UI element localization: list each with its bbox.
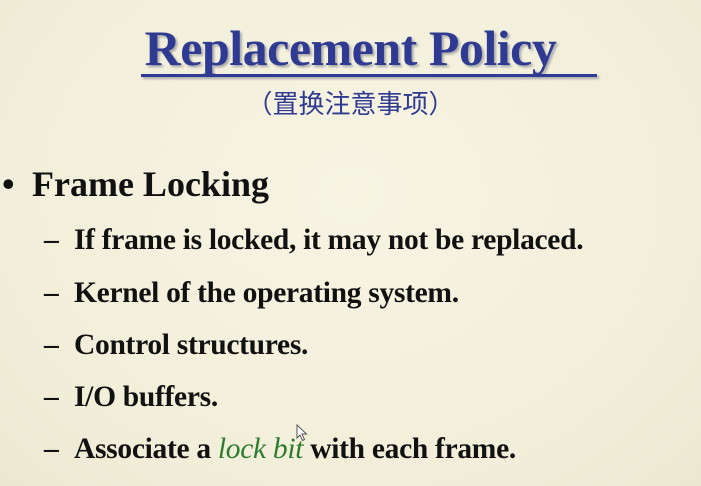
bullet-frame-locking: • Frame Locking: [2, 162, 269, 206]
subbullet-io-buffers: – I/O buffers.: [44, 378, 218, 416]
dash-marker: –: [44, 277, 59, 309]
subbullet-text: Control structures.: [74, 329, 309, 361]
subbullet-locked: – If frame is locked, it may not be repla…: [44, 221, 584, 259]
subbullet-text: Kernel of the operating system.: [74, 277, 459, 309]
dash-marker: –: [44, 433, 59, 465]
subbullet-control-structures: – Control structures.: [44, 326, 308, 364]
subbullet-text-before: Associate a: [74, 433, 218, 465]
dash-marker: –: [44, 329, 59, 361]
bullet-text: Frame Locking: [32, 164, 269, 204]
subbullet-lock-bit: – Associate a lock bit with each frame.: [44, 430, 516, 468]
subbullet-kernel: – Kernel of the operating system.: [44, 274, 459, 312]
lock-bit-emphasis: lock bit: [217, 433, 304, 465]
slide-title: Replacement Policy: [144, 20, 557, 76]
dash-marker: –: [44, 381, 59, 413]
slide-subtitle: （置换注意事项）: [246, 90, 455, 120]
title-underline: [141, 74, 597, 77]
dash-marker: –: [44, 224, 59, 256]
subbullet-text: I/O buffers.: [74, 381, 218, 413]
bullet-marker: •: [2, 164, 15, 204]
slide: Replacement Policy （置换注意事项） • Frame Locki…: [0, 0, 701, 486]
subbullet-text: If frame is locked, it may not be replac…: [74, 224, 584, 256]
subbullet-text-after: with each frame.: [303, 433, 516, 465]
mouse-pointer-icon-svg: [296, 423, 308, 442]
